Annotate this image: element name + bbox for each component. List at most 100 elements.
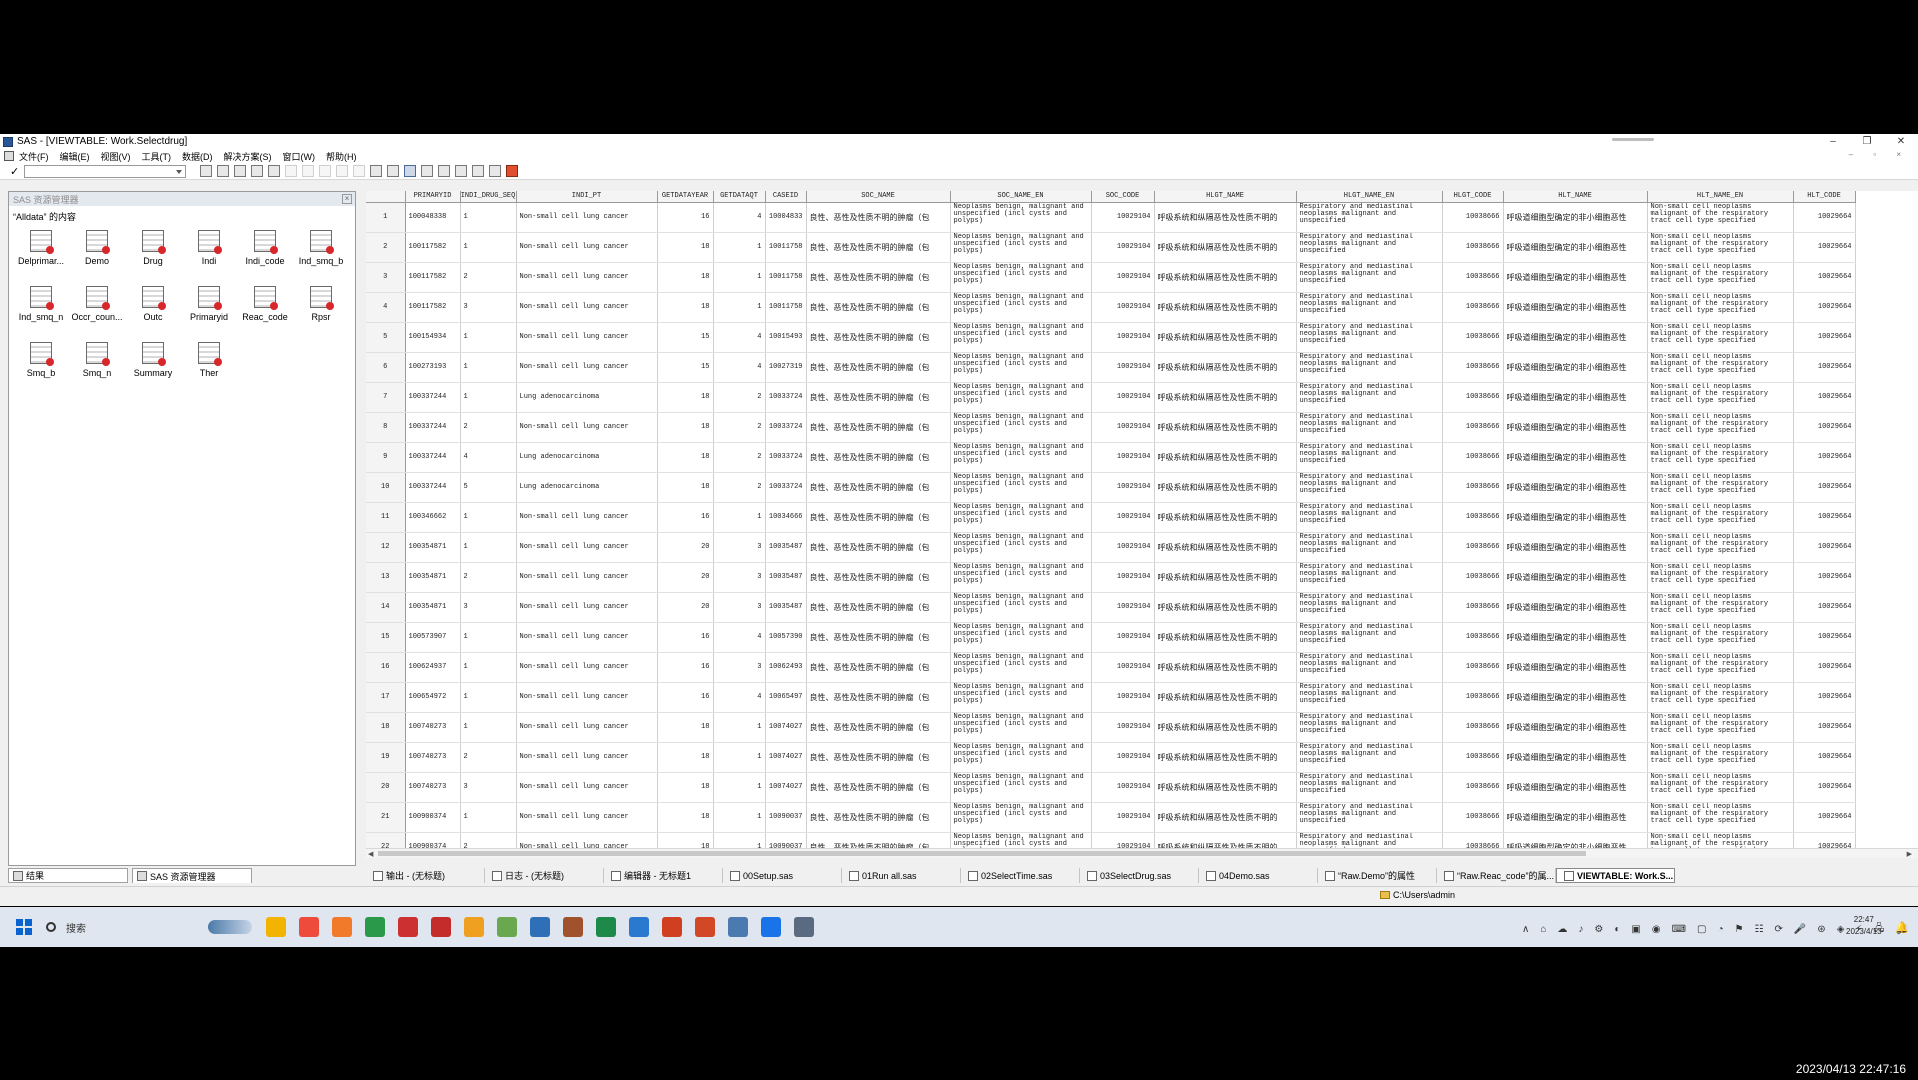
table-cell[interactable]: 良性、恶性及性质不明的肿瘤（包 bbox=[806, 352, 951, 383]
window-tab[interactable]: 04Demo.sas bbox=[1199, 868, 1318, 883]
help-icon[interactable] bbox=[506, 165, 518, 177]
find-icon[interactable] bbox=[285, 165, 297, 177]
table-cell[interactable]: 16 bbox=[657, 652, 714, 683]
title-drag-handle[interactable] bbox=[1612, 138, 1654, 141]
table-cell[interactable]: 10033724 bbox=[765, 382, 807, 413]
table-cell[interactable]: Respiratory and mediastinal neoplasms ma… bbox=[1296, 232, 1443, 263]
paste-icon[interactable] bbox=[319, 165, 331, 177]
table-cell[interactable]: 呼吸道细胞型确定的非小细胞恶性 bbox=[1503, 562, 1648, 593]
table-cell[interactable]: Non-small cell neoplasms malignant of th… bbox=[1647, 682, 1794, 713]
table-cell[interactable]: 100117582 bbox=[405, 292, 461, 323]
table-cell[interactable]: 良性、恶性及性质不明的肿瘤（包 bbox=[806, 502, 951, 533]
table-cell[interactable]: 100900374 bbox=[405, 802, 461, 833]
table-cell[interactable]: 10038666 bbox=[1442, 412, 1504, 443]
taskbar-app-icon[interactable] bbox=[695, 917, 715, 937]
table-cell[interactable]: 10029104 bbox=[1091, 352, 1155, 383]
table-cell[interactable]: 4 bbox=[713, 682, 766, 713]
menu-window[interactable]: 窗口(W) bbox=[283, 150, 316, 163]
table-cell[interactable]: Neoplasms benign, malignant and unspecif… bbox=[950, 562, 1092, 593]
dataset-item[interactable]: Smq_b bbox=[13, 338, 69, 382]
table-cell[interactable]: 良性、恶性及性质不明的肿瘤（包 bbox=[806, 322, 951, 353]
taskbar-app-icon[interactable] bbox=[761, 917, 781, 937]
table-cell[interactable]: Non-small cell lung cancer bbox=[516, 262, 658, 293]
menu-data[interactable]: 数据(D) bbox=[182, 150, 213, 163]
table-cell[interactable]: 1 bbox=[460, 502, 517, 533]
table-cell[interactable]: 良性、恶性及性质不明的肿瘤（包 bbox=[806, 772, 951, 803]
table-cell[interactable]: 10029104 bbox=[1091, 682, 1155, 713]
table-cell[interactable]: 100354871 bbox=[405, 532, 461, 563]
table-cell[interactable]: Respiratory and mediastinal neoplasms ma… bbox=[1296, 682, 1443, 713]
window-tab[interactable]: 日志 - (无标题) bbox=[485, 868, 604, 883]
table-cell[interactable]: 10029104 bbox=[1091, 442, 1155, 473]
table-cell[interactable]: Non-small cell lung cancer bbox=[516, 202, 658, 233]
table-cell[interactable]: 100273193 bbox=[405, 352, 461, 383]
table-cell[interactable]: 10029664 bbox=[1793, 802, 1856, 833]
table-cell[interactable]: 4 bbox=[713, 622, 766, 653]
table-cell[interactable]: Non-small cell lung cancer bbox=[516, 592, 658, 623]
table-cell[interactable]: 10038666 bbox=[1442, 322, 1504, 353]
table-cell[interactable]: 10029664 bbox=[1793, 322, 1856, 353]
table-cell[interactable]: 1 bbox=[713, 742, 766, 773]
table-cell[interactable]: 呼吸道细胞型确定的非小细胞恶性 bbox=[1503, 442, 1648, 473]
dataset-item[interactable]: Reac_code bbox=[237, 282, 293, 326]
table-cell[interactable]: Neoplasms benign, malignant and unspecif… bbox=[950, 322, 1092, 353]
taskbar-clock[interactable]: 22:47 2023/4/13 bbox=[1846, 914, 1882, 938]
table-cell[interactable]: 呼吸道细胞型确定的非小细胞恶性 bbox=[1503, 712, 1648, 743]
table-cell[interactable]: 10074027 bbox=[765, 712, 807, 743]
table-cell[interactable]: 1 bbox=[713, 232, 766, 263]
taskbar-search[interactable]: 搜索 bbox=[46, 920, 156, 935]
taskbar-app-icon[interactable] bbox=[398, 917, 418, 937]
table-cell[interactable]: 1 bbox=[460, 322, 517, 353]
table-cell[interactable]: 10033724 bbox=[765, 442, 807, 473]
table-cell[interactable]: Non-small cell lung cancer bbox=[516, 412, 658, 443]
table-cell[interactable]: Neoplasms benign, malignant and unspecif… bbox=[950, 682, 1092, 713]
table-cell[interactable]: 呼吸道细胞型确定的非小细胞恶性 bbox=[1503, 622, 1648, 653]
table-cell[interactable]: 呼吸系统和纵隔恶性及性质不明的 bbox=[1154, 232, 1297, 263]
tray-icon[interactable]: ◔ bbox=[1717, 924, 1723, 935]
table-cell[interactable]: 呼吸系统和纵隔恶性及性质不明的 bbox=[1154, 772, 1297, 803]
copy-icon[interactable] bbox=[302, 165, 314, 177]
table-cell[interactable]: 1 bbox=[713, 262, 766, 293]
table-cell[interactable]: Non-small cell lung cancer bbox=[516, 622, 658, 653]
table-cell[interactable]: 10029664 bbox=[1793, 472, 1856, 503]
taskbar-app-icon[interactable] bbox=[563, 917, 583, 937]
dataset-item[interactable]: Smq_n bbox=[69, 338, 125, 382]
table-cell[interactable]: 16 bbox=[657, 202, 714, 233]
window-tab[interactable]: “Raw.Demo”的属性 bbox=[1318, 868, 1437, 883]
table-cell[interactable]: 10057390 bbox=[765, 622, 807, 653]
table-cell[interactable]: 16 bbox=[657, 682, 714, 713]
table-row[interactable]: 20 100740273 3 Non-small cell lung cancer 18… bbox=[366, 772, 1856, 803]
table-cell[interactable]: 10038666 bbox=[1442, 682, 1504, 713]
table-cell[interactable]: 良性、恶性及性质不明的肿瘤（包 bbox=[806, 532, 951, 563]
table-cell[interactable]: 10038666 bbox=[1442, 292, 1504, 323]
scroll-left-icon[interactable]: ◀ bbox=[368, 850, 373, 858]
table-cell[interactable]: Respiratory and mediastinal neoplasms ma… bbox=[1296, 532, 1443, 563]
tray-icon[interactable]: ◈ bbox=[1837, 924, 1845, 935]
table-cell[interactable]: 10035487 bbox=[765, 592, 807, 623]
table-cell[interactable]: 10090037 bbox=[765, 802, 807, 833]
table-cell[interactable]: 3 bbox=[460, 772, 517, 803]
table-cell[interactable]: 100740273 bbox=[405, 772, 461, 803]
table-cell[interactable]: 10029104 bbox=[1091, 742, 1155, 773]
table-cell[interactable]: Respiratory and mediastinal neoplasms ma… bbox=[1296, 352, 1443, 383]
table-cell[interactable]: 100354871 bbox=[405, 592, 461, 623]
table-cell[interactable]: 100740273 bbox=[405, 742, 461, 773]
table-cell[interactable]: Respiratory and mediastinal neoplasms ma… bbox=[1296, 712, 1443, 743]
column-header[interactable]: HLT_CODE bbox=[1793, 191, 1856, 203]
table-cell[interactable]: 10029664 bbox=[1793, 622, 1856, 653]
table-cell[interactable]: 100337244 bbox=[405, 412, 461, 443]
table-cell[interactable]: 100654972 bbox=[405, 682, 461, 713]
table-cell[interactable]: 10033724 bbox=[765, 412, 807, 443]
table-cell[interactable]: 呼吸系统和纵隔恶性及性质不明的 bbox=[1154, 262, 1297, 293]
table-cell[interactable]: 5 bbox=[460, 472, 517, 503]
table-cell[interactable]: 1 bbox=[460, 532, 517, 563]
table-row[interactable]: 1 100048338 1 Non-small cell lung cancer 16 4… bbox=[366, 202, 1856, 233]
table-cell[interactable]: 10029104 bbox=[1091, 292, 1155, 323]
menu-view[interactable]: 视图(V) bbox=[101, 150, 131, 163]
new-icon[interactable] bbox=[200, 165, 212, 177]
table-cell[interactable]: Neoplasms benign, malignant and unspecif… bbox=[950, 442, 1092, 473]
table-cell[interactable]: 呼吸系统和纵隔恶性及性质不明的 bbox=[1154, 562, 1297, 593]
table-cell[interactable]: 10029104 bbox=[1091, 622, 1155, 653]
sort-descending-icon[interactable] bbox=[387, 165, 399, 177]
table-cell[interactable]: 100740273 bbox=[405, 712, 461, 743]
